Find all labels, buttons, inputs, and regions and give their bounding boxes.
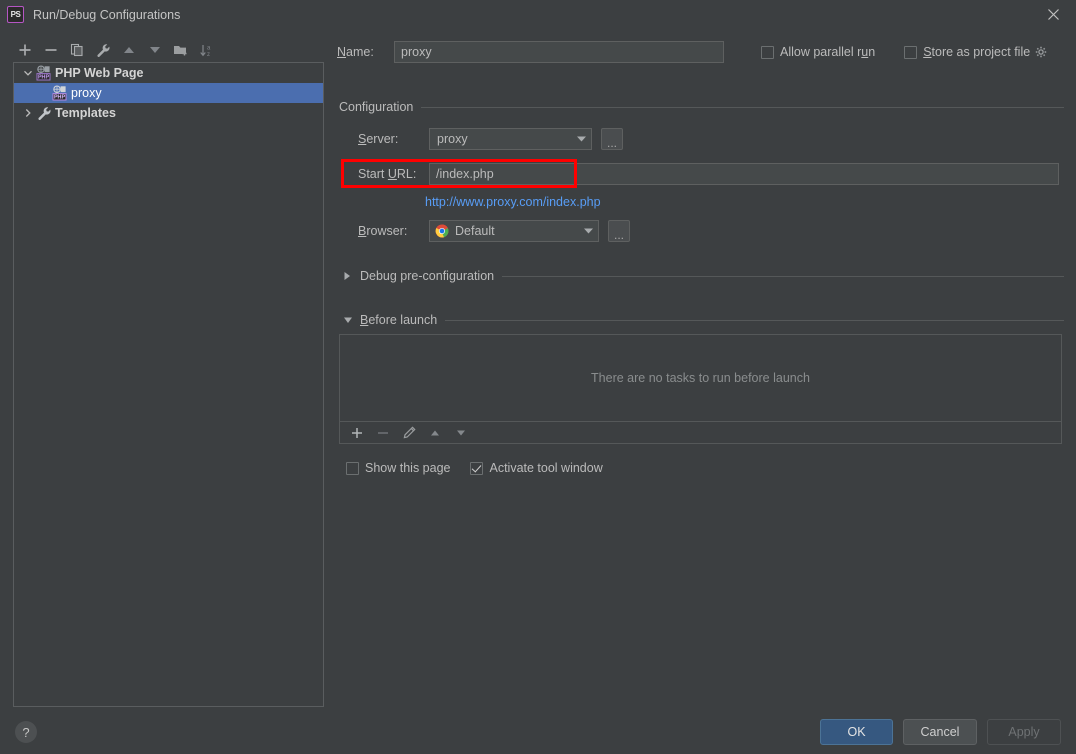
minus-icon[interactable]	[370, 423, 396, 443]
plus-icon[interactable]	[12, 39, 38, 61]
section-divider	[421, 106, 1064, 108]
tree-node-templates[interactable]: Templates	[14, 103, 323, 123]
launch-options-row: Show this page Activate tool window	[346, 461, 603, 475]
tree-node-proxy[interactable]: PHP proxy	[14, 83, 323, 103]
copy-icon[interactable]	[64, 39, 90, 61]
configuration-section-title: Configuration	[339, 100, 414, 114]
sort-az-icon[interactable]: a z	[194, 39, 220, 61]
help-label: ?	[22, 724, 30, 740]
title-bar: PS Run/Debug Configurations	[0, 0, 1076, 29]
before-launch-toolbar	[339, 422, 1062, 444]
activate-tool-window-checkbox[interactable]: Activate tool window	[470, 461, 603, 475]
server-label: Server:	[358, 132, 399, 146]
tree-node-php-web-page[interactable]: PHP PHP Web Page	[14, 63, 323, 83]
store-as-project-file-label: Store as project file	[923, 45, 1031, 59]
folder-add-icon[interactable]	[168, 39, 194, 61]
show-this-page-label: Show this page	[365, 461, 451, 475]
configuration-section-header: Configuration	[339, 100, 1064, 114]
apply-button: Apply	[987, 719, 1061, 745]
name-label: Name:	[337, 45, 374, 59]
browser-combo[interactable]: Default	[429, 220, 599, 242]
section-divider	[445, 319, 1064, 321]
before-launch-section[interactable]: Before launch	[343, 313, 1064, 327]
tree-node-label: PHP Web Page	[55, 66, 144, 80]
chevron-down-icon	[571, 129, 591, 149]
run-debug-configurations-dialog: PS Run/Debug Configurations a z PHP PHP …	[0, 0, 1076, 754]
activate-tool-window-label: Activate tool window	[489, 461, 603, 475]
show-this-page-checkbox[interactable]: Show this page	[346, 461, 450, 475]
php-web-page-icon: PHP	[36, 65, 52, 81]
debug-preconfiguration-title: Debug pre-configuration	[360, 269, 495, 283]
store-as-project-file-checkbox[interactable]: Store as project file	[904, 45, 1047, 59]
chevron-right-icon[interactable]	[20, 103, 36, 123]
name-input[interactable]	[394, 41, 724, 63]
minus-icon[interactable]	[38, 39, 64, 61]
server-browse-label: ...	[606, 136, 617, 150]
arrow-up-icon[interactable]	[422, 423, 448, 443]
tree-node-label: proxy	[71, 86, 102, 100]
start-url-label: Start URL:	[358, 167, 417, 181]
chevron-down-icon[interactable]	[20, 63, 36, 83]
apply-label: Apply	[1008, 725, 1040, 739]
svg-text:PHP: PHP	[38, 75, 49, 81]
checkbox-box	[470, 461, 484, 475]
chevron-right-icon[interactable]	[343, 271, 356, 281]
wrench-icon	[36, 105, 52, 121]
cancel-button[interactable]: Cancel	[903, 719, 977, 745]
server-browse-button[interactable]: ...	[601, 128, 623, 150]
configurations-tree: PHP PHP Web Page PHP proxy Templates	[13, 62, 324, 707]
browser-value: Default	[455, 224, 495, 238]
before-launch-list[interactable]: There are no tasks to run before launch	[339, 334, 1062, 422]
svg-text:PHP: PHP	[54, 95, 65, 101]
arrow-down-icon[interactable]	[142, 39, 168, 61]
tree-node-label: Templates	[55, 106, 116, 120]
wrench-icon[interactable]	[90, 39, 116, 61]
name-row: Name: Allow parallel run Store as projec…	[337, 40, 1067, 64]
before-launch-empty-text: There are no tasks to run before launch	[591, 371, 810, 385]
app-icon-label: PS	[10, 9, 21, 19]
browser-row: Browser: Default ...	[358, 220, 1058, 242]
resolved-url-row: http://www.proxy.com/index.php	[425, 195, 601, 209]
checkbox-box	[761, 45, 774, 59]
arrow-up-icon[interactable]	[116, 39, 142, 61]
ok-button[interactable]: OK	[820, 719, 893, 745]
resolved-url-link[interactable]: http://www.proxy.com/index.php	[425, 195, 601, 209]
server-value: proxy	[437, 132, 468, 146]
chrome-icon	[435, 224, 449, 238]
server-row: Server: proxy ...	[358, 128, 1058, 150]
server-combo[interactable]: proxy	[429, 128, 592, 150]
help-button[interactable]: ?	[15, 721, 37, 743]
ok-label: OK	[847, 725, 866, 739]
before-launch-title: Before launch	[360, 313, 438, 327]
allow-parallel-run-checkbox[interactable]: Allow parallel run	[761, 45, 875, 59]
svg-text:a: a	[207, 45, 211, 51]
configurations-toolbar: a z	[12, 38, 324, 62]
pencil-icon[interactable]	[396, 423, 422, 443]
chevron-down-icon	[578, 221, 598, 241]
svg-text:z: z	[207, 52, 210, 58]
arrow-down-icon[interactable]	[448, 423, 474, 443]
start-url-input[interactable]	[429, 163, 1059, 185]
close-icon[interactable]	[1030, 0, 1076, 29]
browser-label: Browser:	[358, 224, 408, 238]
plus-icon[interactable]	[344, 423, 370, 443]
allow-parallel-run-label: Allow parallel run	[780, 45, 876, 59]
before-launch-panel: There are no tasks to run before launch	[339, 334, 1062, 444]
chevron-down-icon[interactable]	[343, 316, 356, 325]
section-divider	[502, 275, 1064, 277]
debug-preconfiguration-section[interactable]: Debug pre-configuration	[343, 269, 1064, 283]
dialog-title: Run/Debug Configurations	[33, 7, 181, 22]
cancel-label: Cancel	[920, 725, 960, 739]
start-url-row: Start URL:	[358, 163, 1064, 185]
gear-icon[interactable]	[1035, 46, 1047, 58]
phpstorm-icon: PS	[7, 6, 24, 23]
browser-browse-label: ...	[613, 228, 624, 242]
checkbox-box	[346, 461, 359, 475]
php-web-page-icon: PHP	[52, 85, 68, 101]
checkbox-box	[904, 45, 918, 59]
browser-browse-button[interactable]: ...	[608, 220, 630, 242]
